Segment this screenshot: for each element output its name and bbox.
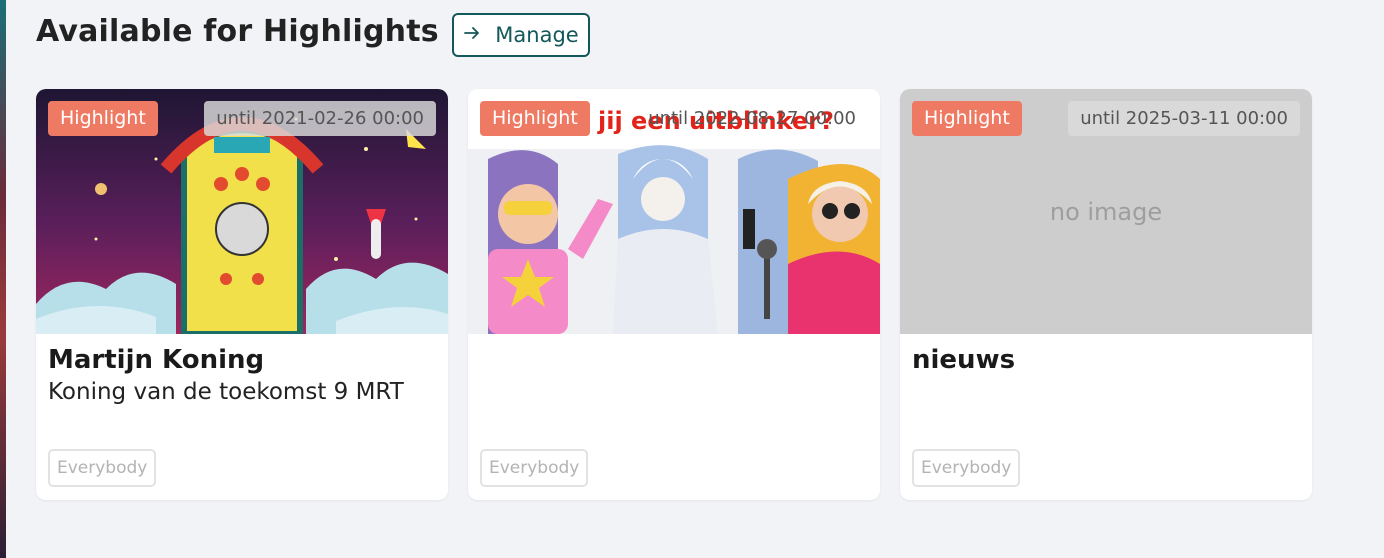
highlight-badge: Highlight <box>48 101 158 136</box>
manage-button[interactable]: Manage <box>452 13 590 57</box>
audience-tag: Everybody <box>912 449 1021 487</box>
highlight-card[interactable]: no image Highlight until 2025-03-11 00:0… <box>900 89 1312 500</box>
until-date: until 2021-02-26 00:00 <box>204 101 436 136</box>
card-image: Highlight until 2021-02-26 00:00 <box>36 89 448 334</box>
section-title: Available for Highlights <box>36 14 439 49</box>
arrow-right-icon <box>463 23 481 47</box>
card-subtitle: Koning van de toekomst 9 MRT <box>48 379 404 405</box>
audience-tag: Everybody <box>480 449 589 487</box>
audience-tag: Everybody <box>48 449 157 487</box>
highlight-card[interactable]: Highlight until 2021-02-26 00:00 Martijn… <box>36 89 448 500</box>
card-title: nieuws <box>912 345 1016 375</box>
background-edge-strip <box>0 0 6 558</box>
until-date: until 2022-08-27 00:00 <box>648 108 856 129</box>
manage-button-label: Manage <box>495 23 579 47</box>
highlight-badge: Highlight <box>912 101 1022 136</box>
until-date: until 2025-03-11 00:00 <box>1068 101 1300 136</box>
card-title: Martijn Koning <box>48 345 265 375</box>
highlight-card[interactable]: jij een uitblinker? Highlight until 2022… <box>468 89 880 500</box>
highlight-badge: Highlight <box>480 101 590 136</box>
card-image-placeholder: no image Highlight until 2025-03-11 00:0… <box>900 89 1312 334</box>
card-image: jij een uitblinker? Highlight until 2022… <box>468 89 880 334</box>
